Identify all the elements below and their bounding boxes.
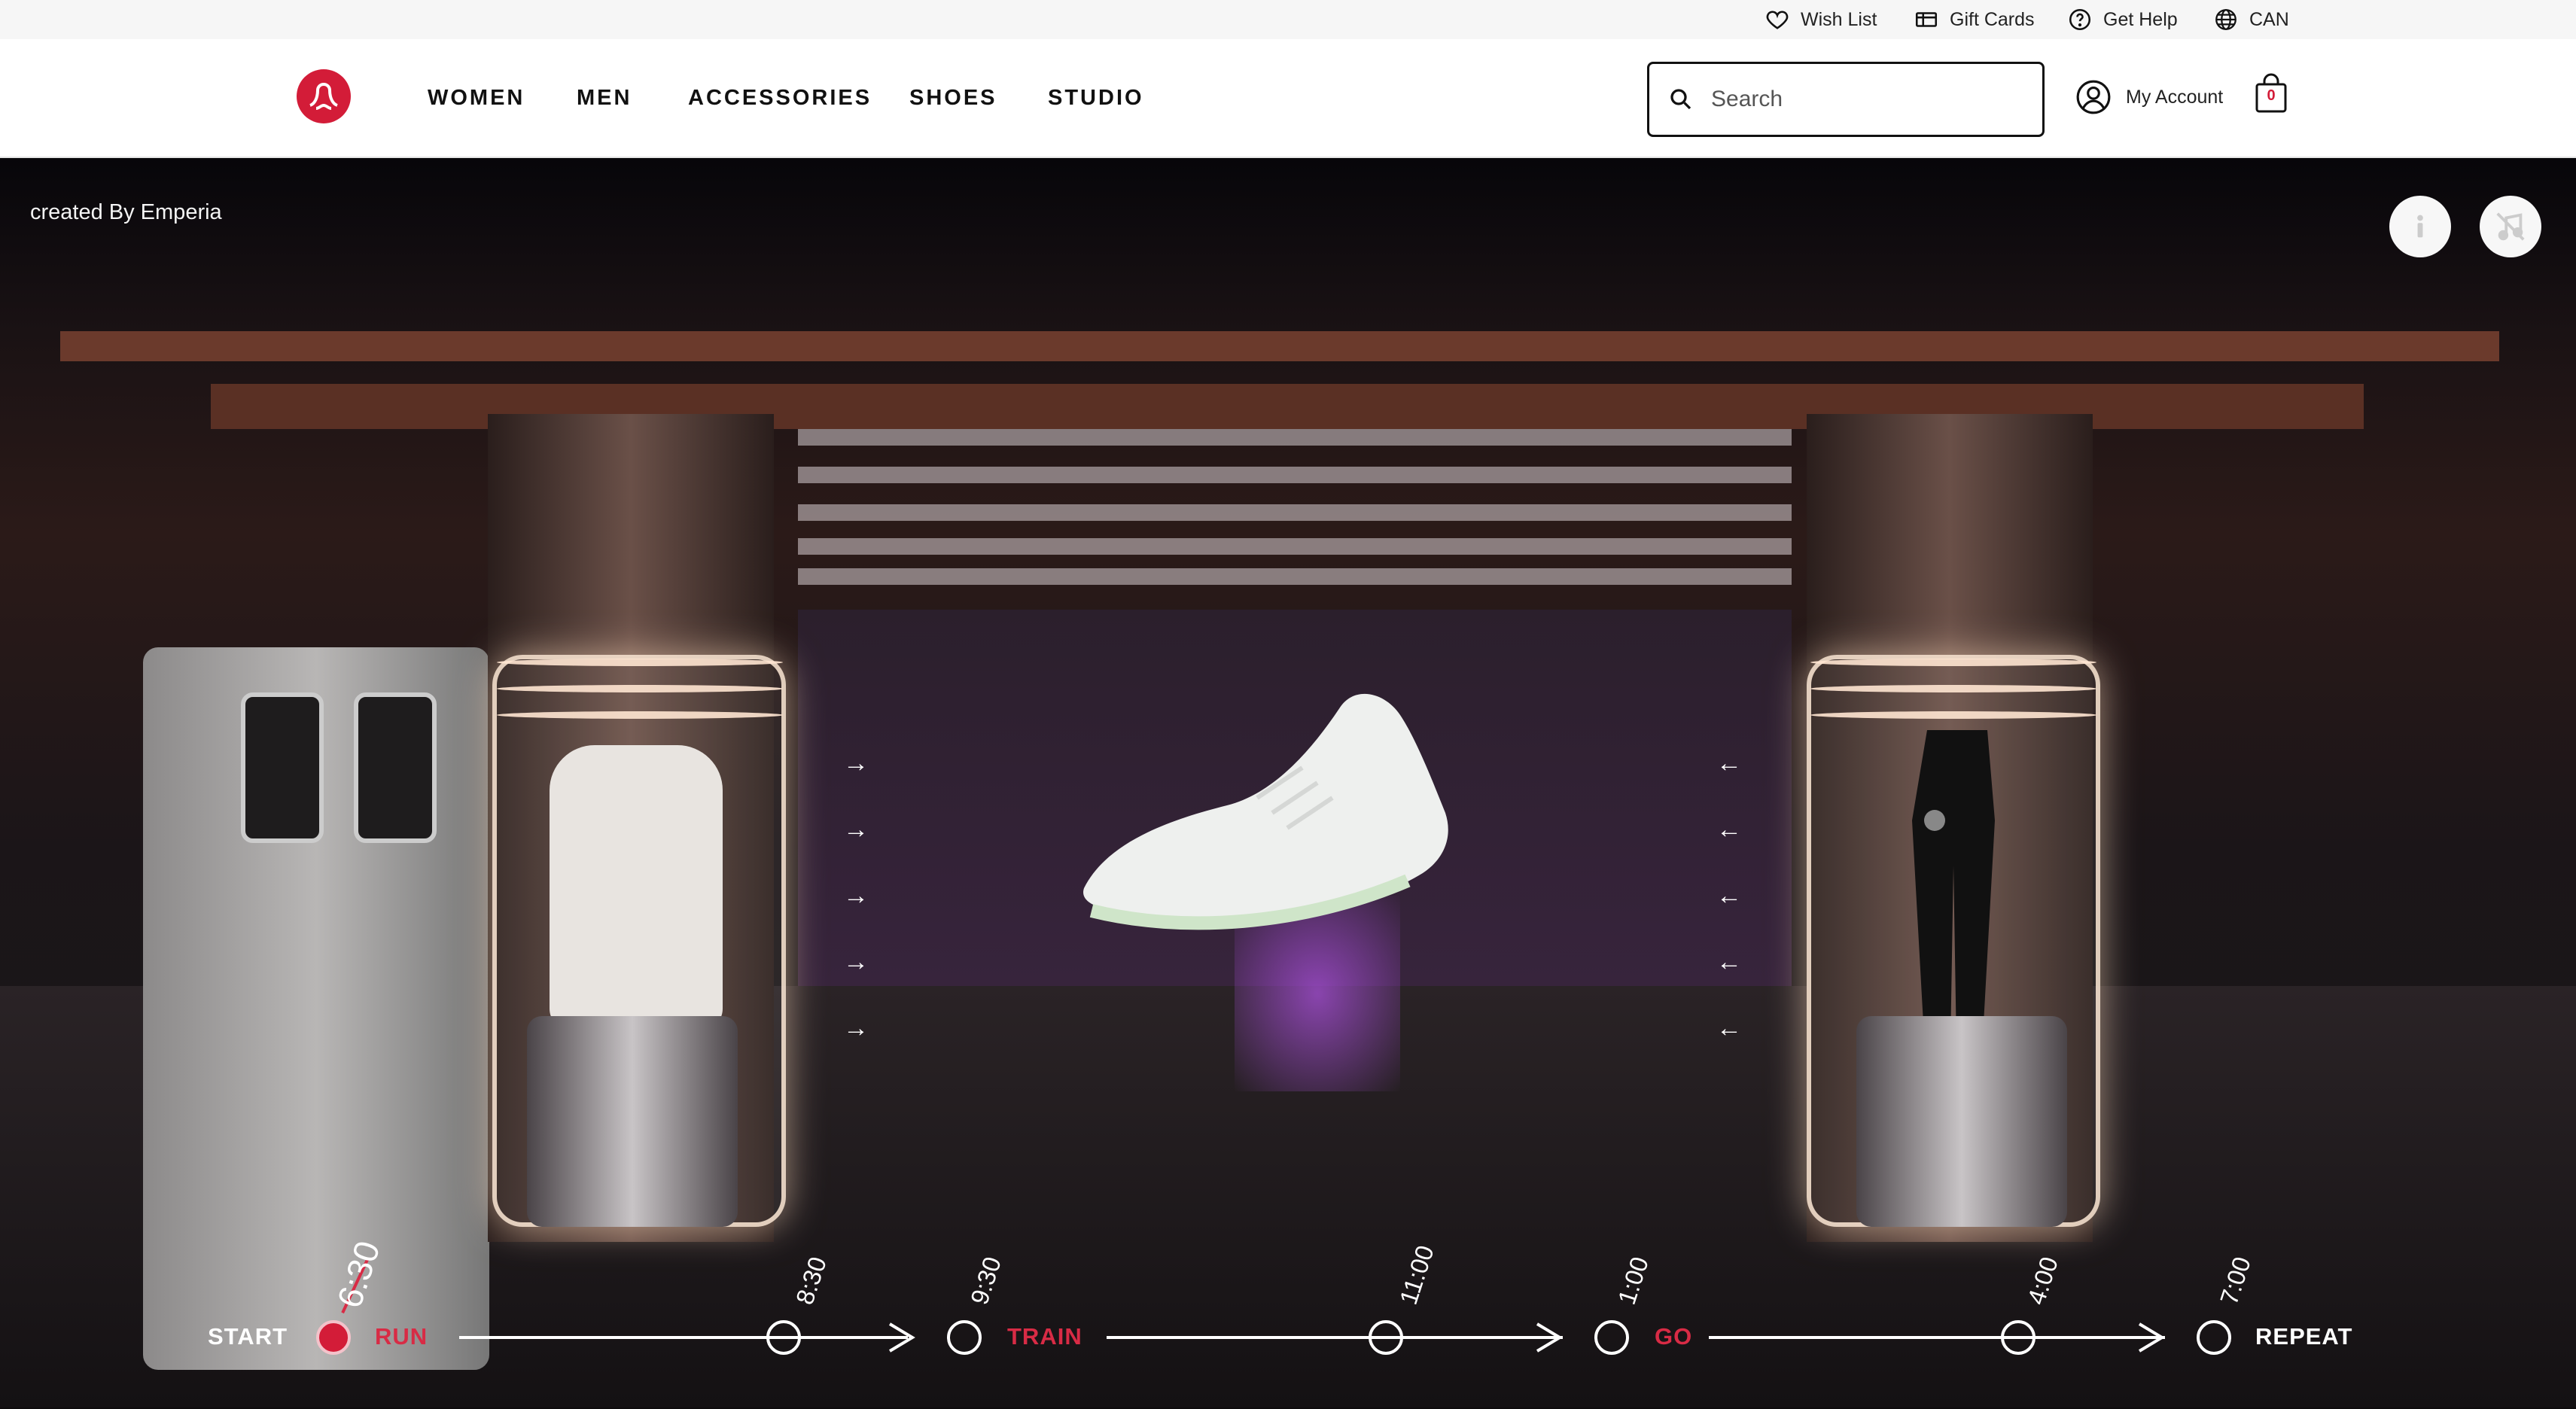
timeline-node[interactable] <box>766 1320 801 1355</box>
stage-train[interactable]: TRAIN <box>1007 1323 1082 1350</box>
timeline-segment <box>459 1336 908 1339</box>
sound-toggle-button[interactable] <box>2480 196 2541 257</box>
ceiling-slat <box>798 504 1792 521</box>
timeline-segment <box>1709 1336 2165 1339</box>
train-window <box>354 692 437 843</box>
ceiling-slat <box>798 568 1792 585</box>
bag-count-badge: 0 <box>2267 87 2276 104</box>
virtual-store-scene[interactable]: → → → → → ← ← ← ← ← created By Emperia <box>0 158 2576 1409</box>
ceiling-slat <box>798 538 1792 555</box>
search-input[interactable] <box>1711 87 2027 112</box>
nav-women[interactable]: WOMEN <box>428 86 525 111</box>
timeline-node-repeat[interactable] <box>2197 1320 2231 1355</box>
ceiling-slat <box>798 429 1792 446</box>
region-label: CAN <box>2249 8 2289 30</box>
heart-icon <box>1766 11 1789 29</box>
info-icon <box>2417 215 2423 238</box>
utility-bar: Wish List Gift Cards Get Help CAN <box>0 0 2576 39</box>
help-icon <box>2069 8 2091 31</box>
stage-go[interactable]: GO <box>1655 1323 1692 1350</box>
ceiling-beam <box>60 331 2499 361</box>
logo-mark-icon <box>309 82 338 110</box>
pedestal-left <box>527 1016 738 1227</box>
gift-card-icon <box>1915 12 1938 27</box>
stage-start[interactable]: START <box>208 1323 288 1350</box>
get-help-link[interactable]: Get Help <box>2067 0 2178 39</box>
light-ring <box>1810 685 2096 692</box>
arrow-right-icon <box>888 1322 915 1353</box>
ceiling-slat <box>798 467 1792 483</box>
globe-icon <box>2215 9 2236 30</box>
timeline-segment <box>1107 1336 1563 1339</box>
sound-muted-icon <box>2496 212 2525 241</box>
light-ring <box>1810 711 2096 719</box>
lululemon-logo[interactable] <box>297 69 351 123</box>
product-jacket[interactable] <box>550 745 723 1031</box>
my-account-label: My Account <box>2126 86 2224 108</box>
timeline-node[interactable] <box>1369 1320 1403 1355</box>
info-button[interactable] <box>2389 196 2451 257</box>
stage-repeat[interactable]: REPEAT <box>2255 1323 2352 1350</box>
stage-run[interactable]: RUN <box>375 1323 428 1350</box>
region-selector[interactable]: CAN <box>2213 0 2289 39</box>
direction-arrows-left: → → → → → <box>843 749 869 1042</box>
timeline-node[interactable] <box>2001 1320 2036 1355</box>
arrow-right-icon <box>1536 1322 1563 1353</box>
shopping-bag-button[interactable]: 0 <box>2254 72 2288 114</box>
user-account-icon <box>2076 80 2111 114</box>
subway-train <box>143 647 489 1370</box>
train-window <box>241 692 324 843</box>
light-ring <box>497 659 783 666</box>
nav-men[interactable]: MEN <box>577 86 632 111</box>
credit-text: created By Emperia <box>30 200 222 224</box>
nav-shoes[interactable]: SHOES <box>909 86 997 111</box>
timeline-node-run[interactable] <box>316 1320 351 1355</box>
gift-cards-label: Gift Cards <box>1950 8 2035 30</box>
pedestal-right <box>1856 1016 2067 1227</box>
main-header: WOMEN MEN ACCESSORIES SHOES STUDIO My Ac… <box>0 39 2576 158</box>
nav-accessories[interactable]: ACCESSORIES <box>688 86 872 111</box>
light-ring <box>497 711 783 719</box>
light-ring <box>497 685 783 692</box>
gift-cards-link[interactable]: Gift Cards <box>1914 0 2035 39</box>
wish-list-label: Wish List <box>1801 8 1877 30</box>
timeline-node-go[interactable] <box>1594 1320 1629 1355</box>
direction-arrows-right: ← ← ← ← ← <box>1716 749 1742 1042</box>
product-running-shoe[interactable] <box>1069 685 1460 956</box>
wish-list-link[interactable]: Wish List <box>1765 0 1877 39</box>
search-icon <box>1670 89 1691 110</box>
light-ring <box>1810 659 2096 666</box>
arrow-right-icon <box>2138 1322 2165 1353</box>
my-account-link[interactable]: My Account <box>2075 78 2223 116</box>
nav-studio[interactable]: STUDIO <box>1048 86 1144 111</box>
search-box[interactable] <box>1647 62 2045 137</box>
timeline-node-train[interactable] <box>947 1320 982 1355</box>
get-help-label: Get Help <box>2103 8 2178 30</box>
